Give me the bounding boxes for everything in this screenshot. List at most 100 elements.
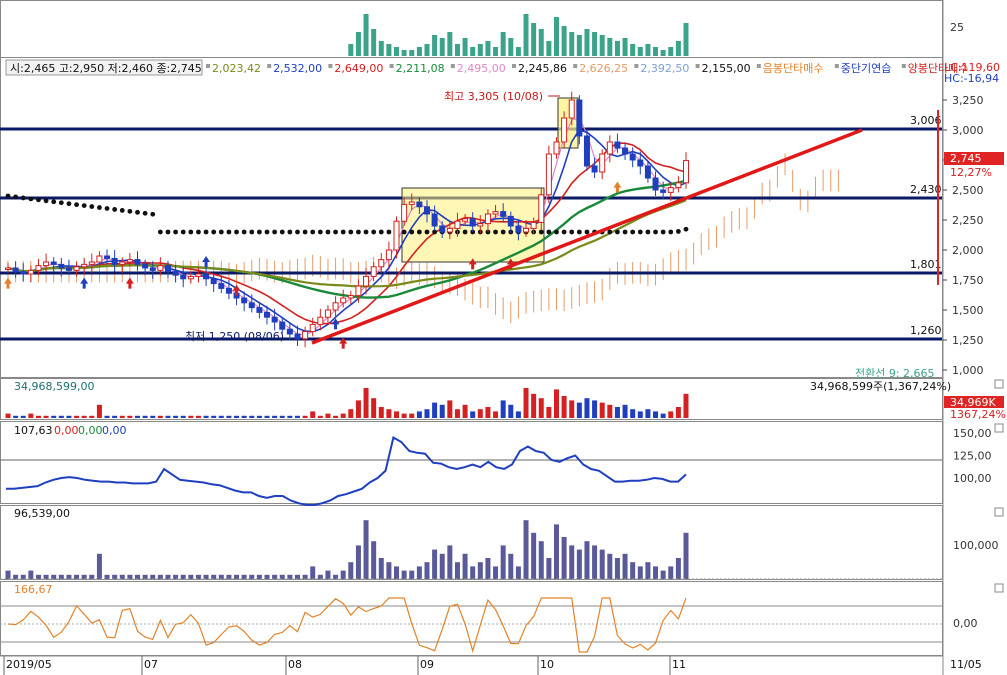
candle-body bbox=[340, 297, 347, 304]
ind2-bar bbox=[546, 558, 552, 579]
ind1-label: 107,63 bbox=[14, 424, 53, 437]
ma-black-dot bbox=[554, 229, 559, 235]
candle-body bbox=[157, 265, 164, 271]
ma-black-dot bbox=[569, 229, 575, 235]
ind2-bar bbox=[378, 558, 384, 579]
bullet-icon bbox=[573, 64, 578, 68]
top-bar bbox=[409, 50, 415, 56]
ind2-bar bbox=[622, 553, 628, 579]
ind2-bar bbox=[51, 574, 57, 579]
volume-bar bbox=[302, 415, 308, 418]
ind2-bar bbox=[462, 553, 468, 579]
ind2-bar bbox=[653, 566, 659, 579]
top-bar bbox=[622, 38, 628, 56]
candle-body bbox=[622, 147, 629, 155]
candle-body bbox=[484, 213, 491, 225]
ma-value-6: 2,626,25 bbox=[579, 62, 628, 75]
ind2-bar bbox=[576, 549, 582, 579]
ma-value-2: 2,649,00 bbox=[334, 62, 383, 75]
volume-bar bbox=[317, 415, 323, 418]
candle-body bbox=[104, 255, 111, 259]
candle-body bbox=[515, 225, 522, 233]
ind2-bar bbox=[256, 574, 262, 579]
ind2-bar bbox=[35, 574, 41, 579]
volume-bar bbox=[272, 415, 278, 418]
top-bar bbox=[378, 41, 384, 56]
volume-bar bbox=[371, 398, 377, 418]
ma-black-dot bbox=[218, 229, 224, 235]
ind2-bar bbox=[150, 574, 156, 579]
highlight-box-oct bbox=[557, 97, 579, 149]
volume-label-left: 34,968,599,00 bbox=[14, 380, 94, 393]
volume-bar bbox=[668, 411, 674, 418]
annotation-low: 최저 1,250 (08/06) bbox=[185, 330, 284, 343]
ma-black-dot bbox=[157, 229, 163, 235]
volume-bar bbox=[249, 415, 255, 418]
volume-bar bbox=[89, 415, 95, 418]
volume-bar bbox=[355, 400, 361, 418]
volume-bar bbox=[241, 415, 247, 418]
candle-body bbox=[203, 273, 210, 280]
date-tick-label: 07 bbox=[144, 658, 158, 671]
candle-body bbox=[248, 302, 255, 309]
top-bar bbox=[553, 17, 559, 56]
candle-body bbox=[218, 283, 225, 289]
ind2-bar bbox=[630, 562, 636, 579]
ma-black-dot bbox=[584, 229, 590, 235]
ind2-bar bbox=[538, 541, 544, 579]
candle-body bbox=[20, 271, 27, 275]
candle-body bbox=[81, 263, 88, 268]
ind2-bar bbox=[660, 570, 666, 579]
volume-bar bbox=[150, 415, 156, 418]
candle-body bbox=[294, 333, 301, 340]
top-bar bbox=[363, 14, 369, 56]
ma-value-1: 2,532,00 bbox=[273, 62, 322, 75]
ma-black-dot bbox=[500, 229, 506, 235]
ma-black-dot bbox=[112, 207, 118, 212]
volume-bar bbox=[333, 415, 339, 418]
ma-black-dot bbox=[264, 229, 270, 235]
top-bar bbox=[462, 38, 468, 56]
volume-bar bbox=[523, 388, 529, 418]
ind2-bar bbox=[13, 574, 19, 579]
signal-arrow-icon bbox=[125, 277, 134, 289]
volume-bars bbox=[5, 388, 689, 418]
ma-black-dot bbox=[340, 229, 346, 235]
ind2-bar bbox=[515, 566, 521, 579]
candle-body bbox=[142, 263, 149, 269]
ma-black-dot bbox=[142, 210, 148, 216]
candle-body bbox=[65, 267, 72, 271]
ma-black-dot bbox=[668, 229, 674, 235]
ma-black-dot bbox=[5, 193, 11, 199]
ma-black-dot bbox=[576, 229, 582, 235]
volume-bar bbox=[119, 415, 125, 418]
close-icon bbox=[994, 583, 1004, 593]
ind2-bar bbox=[416, 566, 422, 579]
ind2-bar bbox=[211, 574, 217, 579]
ind1-label3: 0,00 bbox=[78, 424, 103, 437]
candle-body bbox=[454, 220, 461, 229]
ma-black-dot bbox=[89, 204, 95, 209]
price-badge-value: 2,745 bbox=[950, 152, 982, 165]
candle-body bbox=[683, 160, 689, 184]
volume-bar bbox=[645, 409, 651, 418]
ma-black-dot bbox=[660, 229, 666, 235]
volume-bar bbox=[51, 415, 57, 418]
ma-value-0: 2,023,42 bbox=[212, 62, 261, 75]
indicator2-bars bbox=[0, 520, 942, 580]
volume-bar bbox=[363, 388, 369, 418]
price-tick-label: 2,000 bbox=[952, 244, 984, 257]
ind2-bar bbox=[340, 570, 346, 579]
signal-arrow-icon bbox=[202, 256, 211, 267]
top-bar bbox=[424, 44, 430, 56]
candle-body bbox=[629, 153, 636, 161]
volume-bar bbox=[553, 389, 559, 418]
volume-bar bbox=[394, 411, 400, 418]
ma-black-dot bbox=[58, 200, 64, 206]
ind2-bar bbox=[394, 566, 400, 579]
candle-body bbox=[309, 323, 316, 333]
ma-value-7: 2,392,50 bbox=[640, 62, 689, 75]
top-bar bbox=[630, 44, 636, 56]
top-bar bbox=[394, 47, 400, 56]
level-label-1260: 1,260 bbox=[910, 324, 942, 337]
